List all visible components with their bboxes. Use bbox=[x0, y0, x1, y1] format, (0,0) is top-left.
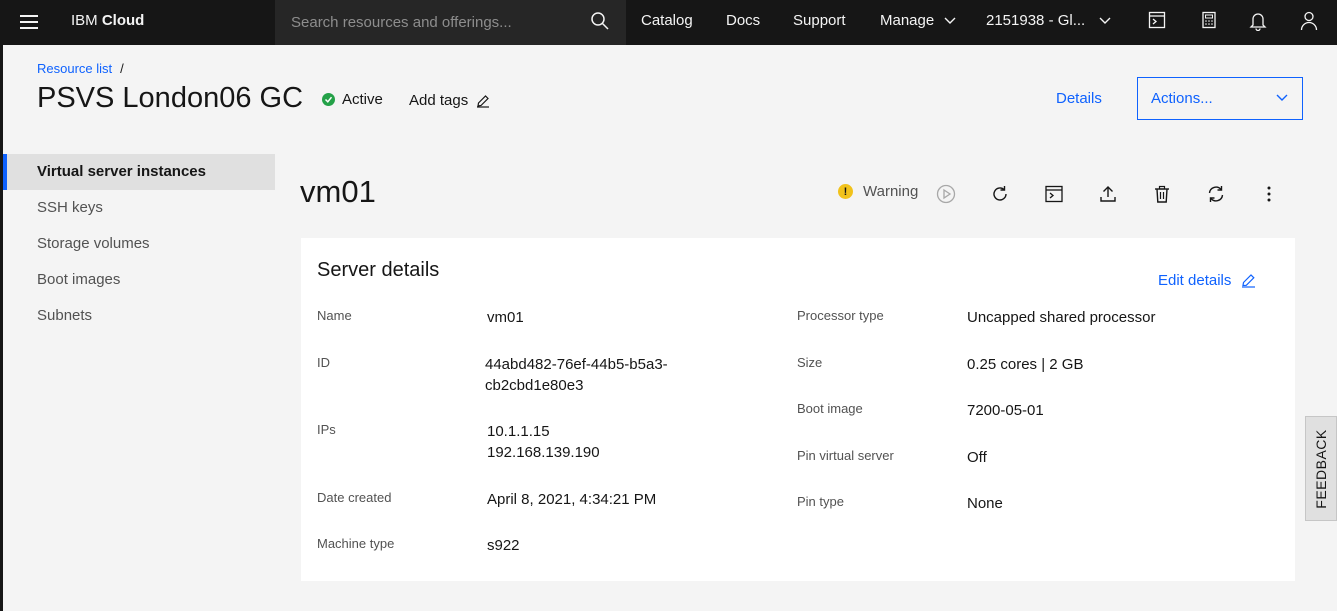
user-icon[interactable] bbox=[1300, 11, 1320, 31]
chevron-down-icon bbox=[1099, 17, 1111, 24]
chevron-down-icon bbox=[944, 17, 956, 24]
breadcrumb-resource-list[interactable]: Resource list bbox=[37, 61, 112, 76]
brand-prefix: IBM bbox=[71, 12, 98, 29]
search-bar bbox=[275, 0, 626, 45]
start-icon[interactable] bbox=[936, 184, 956, 204]
edit-pencil-icon bbox=[477, 94, 490, 108]
edit-pencil-icon bbox=[1242, 274, 1256, 288]
detail-label-pin-virtual-server: Pin virtual server bbox=[797, 448, 894, 463]
detail-value-ip-1: 10.1.1.15 bbox=[487, 423, 550, 440]
nav-catalog[interactable]: Catalog bbox=[641, 12, 693, 29]
card-title: Server details bbox=[317, 259, 440, 281]
notification-bell-icon[interactable] bbox=[1249, 11, 1269, 32]
detail-label-id: ID bbox=[317, 355, 330, 370]
feedback-tab[interactable]: FEEDBACK bbox=[1305, 416, 1337, 521]
warning-icon: ! bbox=[838, 184, 853, 199]
detail-value-boot-image: 7200-05-01 bbox=[967, 402, 1044, 419]
terminal-icon[interactable] bbox=[1148, 11, 1168, 31]
detail-value-ip-2: 192.168.139.190 bbox=[487, 444, 600, 461]
detail-value-size: 0.25 cores | 2 GB bbox=[967, 356, 1084, 373]
edit-details-label: Edit details bbox=[1158, 272, 1232, 289]
sidebar-item-subnets[interactable]: Subnets bbox=[3, 298, 275, 334]
nav-docs[interactable]: Docs bbox=[726, 12, 760, 29]
detail-label-ips: IPs bbox=[317, 422, 336, 437]
account-switcher[interactable]: 2151938 - Gl... bbox=[986, 12, 1111, 29]
top-nav-bar: IBM Cloud Catalog Docs Support Manage 21… bbox=[0, 0, 1337, 45]
nav-support[interactable]: Support bbox=[793, 12, 846, 29]
console-icon[interactable] bbox=[1044, 184, 1064, 204]
detail-value-processor-type: Uncapped shared processor bbox=[967, 309, 1156, 326]
health-status: ! Warning bbox=[838, 183, 918, 200]
sidebar-item-storage-volumes[interactable]: Storage volumes bbox=[3, 226, 275, 262]
detail-value-machine-type: s922 bbox=[487, 537, 520, 554]
detail-value-name: vm01 bbox=[487, 309, 524, 326]
sidebar-item-virtual-server-instances[interactable]: Virtual server instances bbox=[3, 154, 275, 190]
edit-details-button[interactable]: Edit details bbox=[1158, 272, 1256, 289]
brand-logo[interactable]: IBM Cloud bbox=[71, 12, 144, 29]
sidebar-item-ssh-keys[interactable]: SSH keys bbox=[3, 190, 275, 226]
sidebar-item-boot-images[interactable]: Boot images bbox=[3, 262, 275, 298]
breadcrumb-separator: / bbox=[120, 61, 124, 76]
delete-icon[interactable] bbox=[1152, 184, 1172, 204]
health-status-text: Warning bbox=[863, 183, 919, 200]
nav-manage-label: Manage bbox=[880, 12, 935, 29]
actions-label: Actions... bbox=[1151, 90, 1213, 107]
feedback-label: FEEDBACK bbox=[1313, 428, 1329, 509]
actions-dropdown[interactable]: Actions... bbox=[1137, 77, 1303, 120]
checkmark-icon bbox=[322, 93, 335, 106]
add-tags-button[interactable]: Add tags bbox=[409, 92, 490, 109]
detail-label-pin-type: Pin type bbox=[797, 494, 844, 509]
details-link[interactable]: Details bbox=[1056, 90, 1102, 107]
detail-label-name: Name bbox=[317, 308, 352, 323]
instance-title: vm01 bbox=[300, 174, 376, 209]
detail-value-id-line2: cb2cbd1e80e3 bbox=[485, 377, 584, 394]
refresh-icon[interactable] bbox=[1206, 184, 1226, 204]
add-tags-label: Add tags bbox=[409, 92, 469, 109]
detail-label-size: Size bbox=[797, 355, 823, 370]
status-text: Active bbox=[342, 91, 383, 108]
detail-label-machine-type: Machine type bbox=[317, 536, 395, 551]
restart-icon[interactable] bbox=[990, 184, 1010, 204]
server-details-card: Server details Edit details Name vm01 ID… bbox=[301, 238, 1295, 581]
chevron-down-icon bbox=[1276, 94, 1288, 101]
detail-value-pin-virtual-server: Off bbox=[967, 449, 987, 466]
breadcrumb: Resource list / bbox=[37, 61, 124, 76]
upload-icon[interactable] bbox=[1098, 184, 1118, 204]
account-label: 2151938 - Gl... bbox=[986, 12, 1086, 29]
detail-value-pin-type: None bbox=[967, 495, 1003, 512]
detail-label-boot-image: Boot image bbox=[797, 401, 863, 416]
brand-name: Cloud bbox=[101, 12, 145, 29]
calculator-icon[interactable] bbox=[1200, 11, 1220, 31]
detail-value-id-line1: 44abd482-76ef-44b5-b5a3- bbox=[485, 356, 668, 373]
status-badge: Active bbox=[322, 91, 383, 108]
page-title: PSVS London06 GC bbox=[37, 82, 304, 114]
detail-label-date-created: Date created bbox=[317, 490, 392, 505]
nav-manage[interactable]: Manage bbox=[880, 12, 956, 29]
detail-label-processor-type: Processor type bbox=[797, 308, 884, 323]
detail-value-date-created: April 8, 2021, 4:34:21 PM bbox=[487, 491, 657, 508]
search-icon[interactable] bbox=[590, 11, 610, 36]
menu-icon[interactable] bbox=[20, 14, 38, 30]
overflow-menu-icon[interactable] bbox=[1259, 184, 1279, 204]
search-input[interactable] bbox=[275, 0, 585, 45]
